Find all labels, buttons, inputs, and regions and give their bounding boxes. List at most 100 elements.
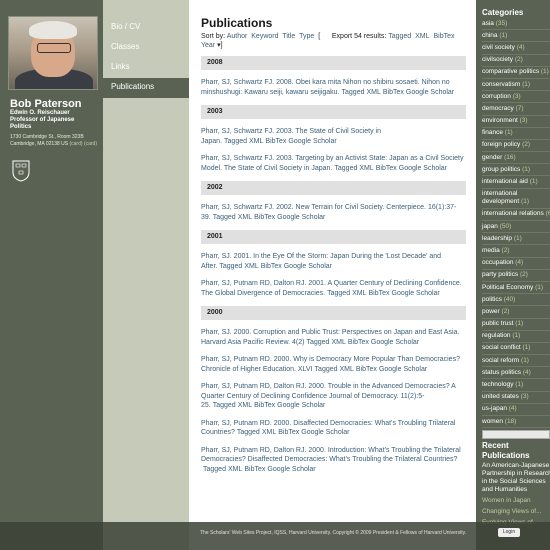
- publication-tagged-link[interactable]: Tagged: [213, 214, 236, 221]
- publication-google-scholar-link[interactable]: Google Scholar: [399, 165, 447, 172]
- publication-title-link[interactable]: Pharr, SJ, Putnam RD, Dalton RJ. 2000. I…: [201, 447, 461, 464]
- category-item[interactable]: Political Economy (1): [482, 282, 550, 295]
- category-item[interactable]: environment (3): [482, 116, 550, 128]
- sidebar-search-input[interactable]: [482, 430, 550, 439]
- publication-google-scholar-link[interactable]: Google Scholar: [277, 402, 325, 409]
- publication-google-scholar-link[interactable]: Google Scholar: [267, 466, 315, 473]
- vcard-link[interactable]: (card): [69, 141, 82, 147]
- publication-bibtex-link[interactable]: BibTex: [369, 290, 390, 297]
- publication-google-scholar-link[interactable]: Google Scholar: [379, 366, 427, 373]
- category-item[interactable]: international development (1): [482, 189, 550, 209]
- publication-xml-link[interactable]: XML: [244, 263, 258, 270]
- category-item[interactable]: international relations (6): [482, 209, 550, 221]
- publication-xml-link[interactable]: XML: [331, 339, 345, 346]
- year-header: 2002: [201, 181, 466, 195]
- recent-publication-link[interactable]: Women in Japan: [482, 497, 550, 505]
- category-item[interactable]: united states (3): [482, 392, 550, 404]
- publication-xml-link[interactable]: XML: [228, 466, 242, 473]
- category-item[interactable]: civilsociety (2): [482, 55, 550, 67]
- category-count: (3): [519, 117, 528, 125]
- publication-xml-link[interactable]: XML: [249, 138, 263, 145]
- publication-tagged-link[interactable]: Tagged: [213, 402, 236, 409]
- publication-tagged-link[interactable]: Tagged: [237, 429, 260, 436]
- category-item[interactable]: politics (40): [482, 294, 550, 307]
- publication-google-scholar-link[interactable]: Google Scholar: [406, 89, 454, 96]
- publication-tagged-link[interactable]: Tagged: [315, 366, 338, 373]
- category-item[interactable]: social conflict (1): [482, 343, 550, 356]
- sort-type-link[interactable]: Type: [299, 33, 314, 40]
- sort-keyword-link[interactable]: Keyword: [251, 33, 278, 40]
- category-item[interactable]: media (2): [482, 245, 550, 258]
- vcard-link-2[interactable]: (card): [84, 141, 97, 147]
- publication-xml-link[interactable]: XML: [352, 290, 366, 297]
- publication-tagged-link[interactable]: Tagged: [342, 89, 365, 96]
- recent-publication-link[interactable]: Changing Views of...: [482, 508, 550, 516]
- nav-item-classes[interactable]: Classes: [103, 38, 189, 58]
- category-item[interactable]: civil society (4): [482, 42, 550, 55]
- category-item[interactable]: international aid (1): [482, 176, 550, 189]
- publication-bibtex-link[interactable]: BibTex: [244, 466, 265, 473]
- publication-xml-link[interactable]: XML: [238, 214, 252, 221]
- category-count: (1): [513, 234, 522, 242]
- publication-bibtex-link[interactable]: BibTex: [348, 339, 369, 346]
- category-item[interactable]: corruption (3): [482, 91, 550, 104]
- publication-bibtex-link[interactable]: BibTex: [383, 89, 404, 96]
- publication-tagged-link[interactable]: Tagged: [224, 138, 247, 145]
- publication-bibtex-link[interactable]: BibTex: [265, 138, 286, 145]
- export-bibtex-link[interactable]: BibTex: [433, 33, 454, 40]
- sort-author-link[interactable]: Author: [227, 33, 248, 40]
- category-item[interactable]: technology (1): [482, 379, 550, 392]
- category-item[interactable]: regulation (1): [482, 331, 550, 343]
- category-item[interactable]: us-japan (4): [482, 404, 550, 416]
- publication-bibtex-link[interactable]: BibTex: [261, 263, 282, 270]
- publication-xml-link[interactable]: XML: [238, 402, 252, 409]
- category-item[interactable]: status politics (4): [482, 367, 550, 380]
- category-item[interactable]: conservatism (1): [482, 79, 550, 92]
- nav-item-publications[interactable]: Publications: [103, 78, 197, 98]
- category-item[interactable]: asia (35): [482, 18, 550, 31]
- publication-tagged-link[interactable]: Tagged: [203, 466, 226, 473]
- category-item[interactable]: public trust (1): [482, 319, 550, 331]
- publication-tagged-link[interactable]: Tagged: [219, 263, 242, 270]
- publication-xml-link[interactable]: XML: [359, 165, 373, 172]
- publication-tagged-link[interactable]: Tagged: [334, 165, 357, 172]
- sort-title-link[interactable]: Title: [282, 33, 295, 40]
- publication-tagged-link[interactable]: Tagged: [306, 339, 329, 346]
- category-item[interactable]: social reform (1): [482, 355, 550, 368]
- category-item[interactable]: china (1): [482, 30, 550, 43]
- publication-google-scholar-link[interactable]: Google Scholar: [371, 339, 419, 346]
- recent-publication-link[interactable]: An American-Japanese Partnership in Rese…: [482, 462, 550, 494]
- publication-xml-link[interactable]: XML: [340, 366, 354, 373]
- publication-bibtex-link[interactable]: BibTex: [278, 429, 299, 436]
- category-item[interactable]: occupation (4): [482, 258, 550, 270]
- nav-item-links[interactable]: Links: [103, 58, 189, 78]
- category-item[interactable]: foreign policy (2): [482, 140, 550, 153]
- category-item[interactable]: leadership (1): [482, 233, 550, 246]
- publication-bibtex-link[interactable]: BibTex: [254, 214, 275, 221]
- export-tagged-link[interactable]: Tagged: [388, 33, 411, 40]
- category-item[interactable]: democracy (7): [482, 103, 550, 116]
- category-item[interactable]: party politics (2): [482, 270, 550, 282]
- publication-google-scholar-link[interactable]: Google Scholar: [288, 138, 336, 145]
- publication-google-scholar-link[interactable]: Google Scholar: [277, 214, 325, 221]
- sort-year-link[interactable]: Year: [201, 42, 215, 49]
- category-item[interactable]: comparative politics (1): [482, 67, 550, 79]
- publication-xml-link[interactable]: XML: [262, 429, 276, 436]
- publication-google-scholar-link[interactable]: Google Scholar: [392, 290, 440, 297]
- category-item[interactable]: japan (50): [482, 221, 550, 234]
- category-item[interactable]: gender (16): [482, 152, 550, 165]
- category-item[interactable]: women (18): [482, 416, 550, 429]
- publication-xml-link[interactable]: XML: [366, 89, 380, 96]
- category-item[interactable]: group politics (1): [482, 164, 550, 177]
- category-item[interactable]: power (2): [482, 306, 550, 319]
- nav-item-bio-cv[interactable]: Bio / CV: [103, 18, 189, 38]
- publication-bibtex-link[interactable]: BibTex: [254, 402, 275, 409]
- category-item[interactable]: finance (1): [482, 128, 550, 140]
- export-xml-link[interactable]: XML: [415, 33, 429, 40]
- login-button[interactable]: Login: [498, 528, 520, 537]
- publication-bibtex-link[interactable]: BibTex: [376, 165, 397, 172]
- publication-google-scholar-link[interactable]: Google Scholar: [301, 429, 349, 436]
- publication-bibtex-link[interactable]: BibTex: [356, 366, 377, 373]
- publication-google-scholar-link[interactable]: Google Scholar: [284, 263, 332, 270]
- publication-tagged-link[interactable]: Tagged: [327, 290, 350, 297]
